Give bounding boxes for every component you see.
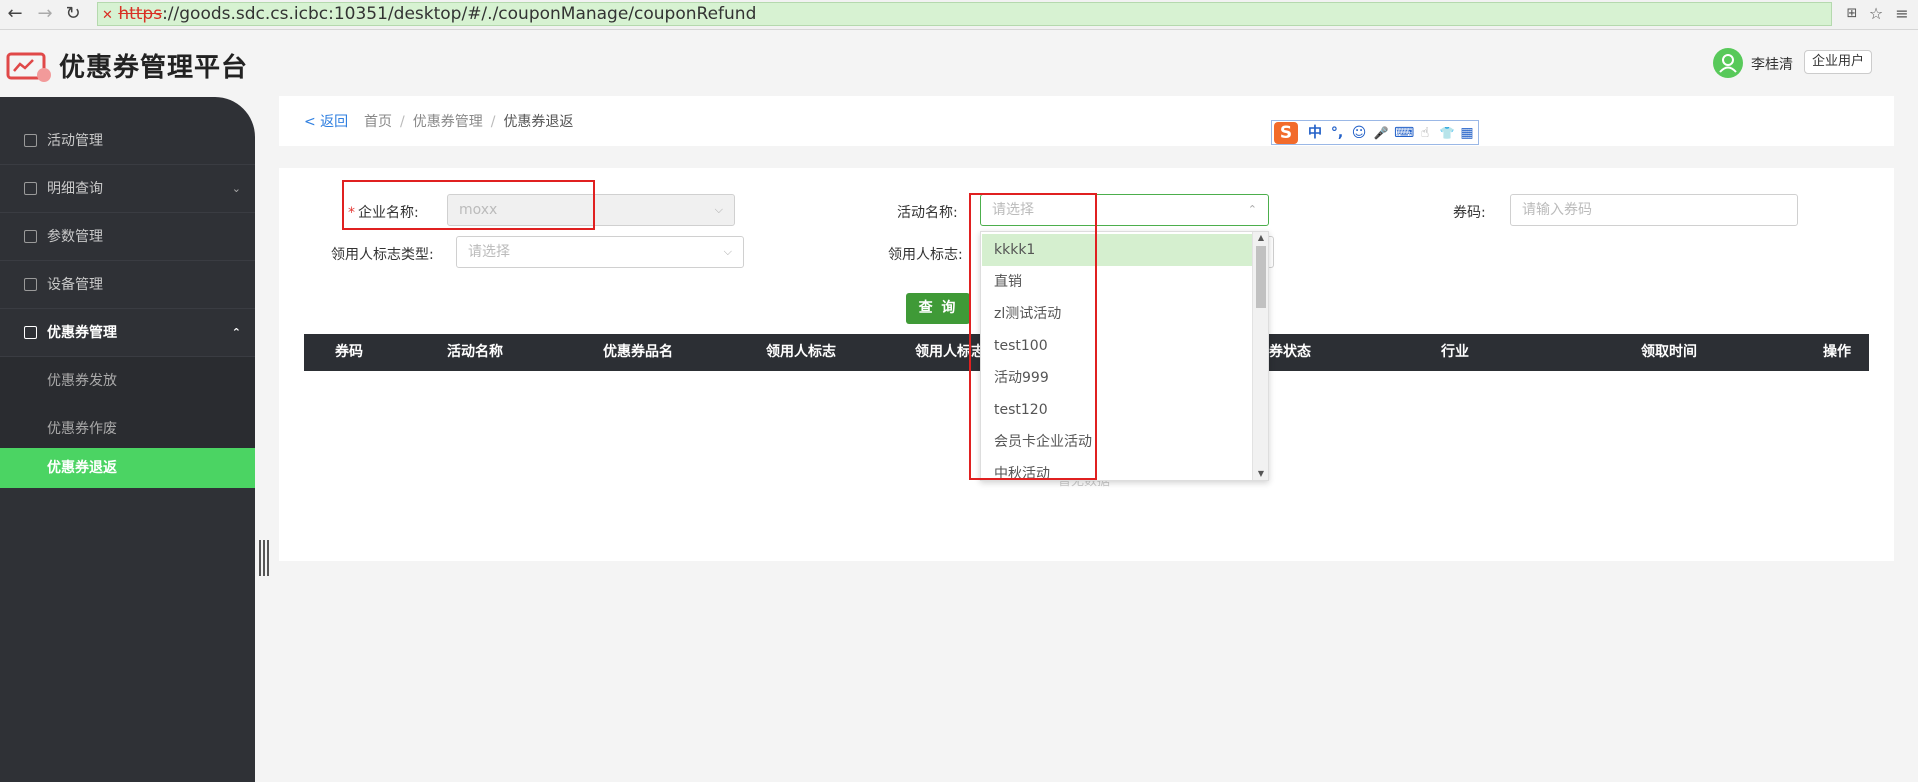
chevron-up-icon: ⌃	[231, 326, 241, 339]
ime-emoji-icon[interactable]: ☺	[1350, 124, 1368, 142]
breadcrumb-separator: /	[490, 114, 496, 130]
sidebar-subitem-coupon-refund[interactable]: 优惠券退返	[0, 448, 255, 488]
insecure-icon: ✕	[102, 8, 113, 23]
coupon-code-placeholder: 请输入券码	[1522, 202, 1592, 218]
app-header: 优惠券管理平台 李桂清 企业用户	[0, 31, 1918, 97]
url-path: ://goods.sdc.cs.icbc:10351/desktop/#/./c…	[162, 4, 757, 24]
calendar-icon	[24, 278, 37, 291]
sidebar-item-coupon-manage[interactable]: 优惠券管理 ⌃	[0, 309, 255, 357]
column-header: 行业	[1441, 344, 1469, 360]
sidebar-item-params[interactable]: 参数管理	[0, 213, 255, 261]
column-header: 优惠券品名	[603, 344, 673, 360]
scroll-down-arrow-icon[interactable]: ▼	[1253, 468, 1268, 480]
chevron-down-icon: ⌵	[714, 203, 723, 216]
column-header: 操作	[1823, 344, 1851, 360]
breadcrumb-current: 优惠券退返	[503, 114, 574, 130]
activity-label: 活动名称:	[897, 205, 958, 221]
calendar-icon	[24, 230, 37, 243]
breadcrumb-coupon-manage[interactable]: 优惠券管理	[413, 114, 483, 130]
receiver-type-select[interactable]: 请选择 ⌵	[456, 236, 744, 268]
sidebar-item-activity[interactable]: 活动管理	[0, 117, 255, 165]
address-bar[interactable]: ✕ https://goods.sdc.cs.icbc:10351/deskto…	[97, 2, 1832, 26]
chevron-down-icon: ⌄	[231, 182, 241, 195]
sidebar-item-devices[interactable]: 设备管理	[0, 261, 255, 309]
annotation-box-company	[342, 180, 595, 230]
column-header: 券状态	[1269, 344, 1311, 360]
ime-chinese-mode-icon[interactable]: 中	[1306, 124, 1324, 142]
breadcrumb-home[interactable]: 首页	[364, 114, 392, 130]
breadcrumb-card: < 返回 首页 / 优惠券管理 / 优惠券退返	[279, 96, 1894, 146]
sidebar-item-label: 参数管理	[47, 229, 103, 245]
sidebar-subitem-coupon-issue[interactable]: 优惠券发放	[0, 357, 255, 405]
column-header: 领用人标志	[766, 344, 836, 360]
scroll-up-arrow-icon[interactable]: ▲	[1253, 232, 1268, 244]
ime-toolbar: S 中 °, ☺ 🎤 ⌨ ☝ 👕 ▦	[1271, 120, 1479, 145]
annotation-box-dropdown	[969, 193, 1097, 480]
ime-voice-icon[interactable]: 🎤	[1372, 124, 1390, 142]
user-name[interactable]: 李桂清	[1751, 54, 1793, 74]
scroll-thumb[interactable]	[1256, 246, 1266, 308]
chevron-up-icon: ⌃	[1247, 203, 1257, 216]
column-header: 券码	[335, 344, 363, 360]
sogou-logo-icon[interactable]: S	[1274, 122, 1298, 144]
receiver-type-placeholder: 请选择	[468, 244, 510, 260]
receiver-flag-label: 领用人标志:	[888, 247, 963, 263]
url-protocol: https	[118, 4, 163, 24]
menu-icon[interactable]: ≡	[1892, 4, 1912, 24]
back-arrow-icon[interactable]: ←	[4, 3, 26, 25]
ime-punctuation-icon[interactable]: °,	[1328, 124, 1346, 142]
sidebar-item-detail-query[interactable]: 明细查询 ⌄	[0, 165, 255, 213]
sidebar-subitem-label: 优惠券发放	[47, 373, 117, 389]
app-title: 优惠券管理平台	[59, 53, 249, 83]
user-role-badge: 企业用户	[1804, 50, 1873, 74]
sidebar-item-label: 明细查询	[47, 181, 103, 197]
chevron-down-icon: ⌵	[723, 245, 732, 258]
back-link[interactable]: < 返回	[304, 111, 348, 131]
calendar-icon	[24, 326, 37, 339]
forward-arrow-icon[interactable]: →	[34, 3, 56, 25]
query-button[interactable]: 查 询	[906, 293, 970, 324]
user-avatar-icon[interactable]	[1713, 48, 1743, 78]
calendar-icon	[24, 134, 37, 147]
bookmark-star-icon[interactable]: ☆	[1866, 4, 1886, 24]
calendar-icon	[24, 182, 37, 195]
column-header: 活动名称	[447, 344, 503, 360]
coupon-code-label: 券码:	[1453, 205, 1486, 221]
receiver-type-label: 领用人标志类型:	[331, 247, 434, 263]
ime-skin-icon[interactable]: 👕	[1438, 124, 1456, 142]
translate-icon[interactable]: ⊞	[1842, 4, 1862, 24]
sidebar-item-label: 活动管理	[47, 133, 103, 149]
ime-toolbox-icon[interactable]: ▦	[1458, 124, 1476, 142]
sidebar-subitem-coupon-void[interactable]: 优惠券作废	[0, 405, 255, 453]
sidebar: 活动管理 明细查询 ⌄ 参数管理 设备管理 优惠券管理 ⌃ 优惠券发放 优惠券作…	[0, 97, 255, 782]
sidebar-resize-handle[interactable]	[259, 540, 271, 576]
sidebar-subitem-label: 优惠券作废	[47, 421, 117, 437]
breadcrumb-separator: /	[400, 114, 405, 130]
browser-toolbar: ← → ↻ ✕ https://goods.sdc.cs.icbc:10351/…	[0, 0, 1918, 30]
sidebar-subitem-label: 优惠券退返	[47, 460, 117, 476]
sidebar-item-label: 优惠券管理	[47, 325, 117, 341]
sidebar-item-label: 设备管理	[47, 277, 103, 293]
ime-handwrite-icon[interactable]: ☝	[1416, 124, 1434, 142]
chart-logo-icon	[6, 52, 51, 82]
reload-icon[interactable]: ↻	[62, 3, 84, 25]
dropdown-scrollbar[interactable]: ▲ ▼	[1252, 232, 1268, 480]
breadcrumb: 首页 / 优惠券管理 / 优惠券退返	[364, 111, 573, 131]
column-header: 领取时间	[1641, 344, 1697, 360]
ime-keyboard-icon[interactable]: ⌨	[1394, 124, 1414, 142]
coupon-code-input[interactable]: 请输入券码	[1510, 194, 1798, 226]
